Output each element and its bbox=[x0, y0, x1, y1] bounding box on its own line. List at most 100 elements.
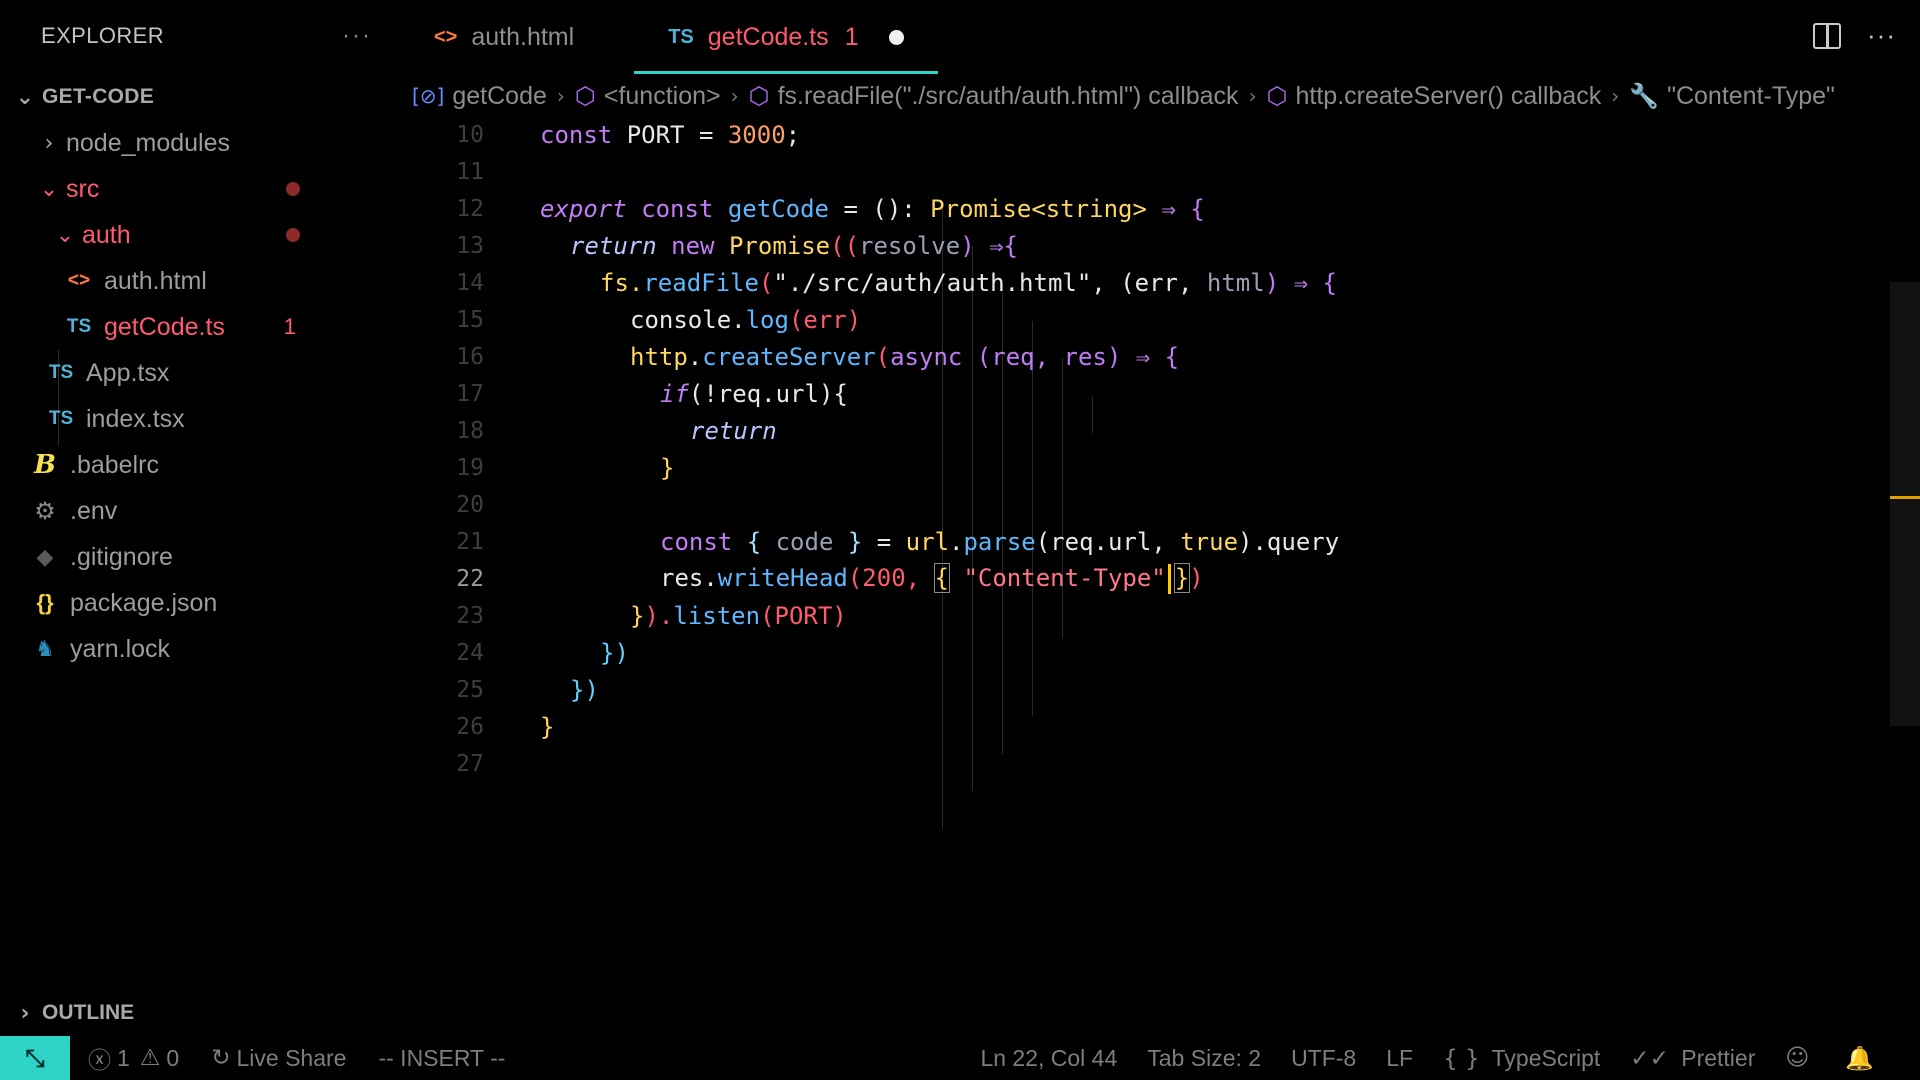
code-editor[interactable]: 10 const PORT = 3000; 11 12 export const… bbox=[400, 116, 1890, 1016]
tree-item-app-tsx[interactable]: TS App.tsx bbox=[0, 350, 400, 396]
tree-item-getcode-ts[interactable]: TS getCode.ts 1 bbox=[0, 304, 400, 350]
breadcrumb-label: <function> bbox=[603, 81, 721, 110]
file-encoding[interactable]: UTF-8 bbox=[1291, 1045, 1356, 1072]
code-token: ( bbox=[758, 268, 774, 297]
code-token: const bbox=[641, 194, 714, 223]
vim-mode-indicator: -- INSERT -- bbox=[378, 1044, 506, 1071]
line-number: 16 bbox=[456, 343, 484, 370]
tree-item-package-json[interactable]: {} package.json bbox=[0, 580, 400, 626]
editor-scrollbar[interactable] bbox=[1890, 282, 1920, 726]
editor-tabs: <> auth.html TS getCode.ts 1 ··· bbox=[400, 0, 1920, 74]
line-number: 24 bbox=[456, 639, 484, 666]
code-token: , (err, bbox=[1091, 268, 1207, 297]
breadcrumb-label: http.createServer() callback bbox=[1295, 81, 1602, 110]
line-number: 21 bbox=[456, 528, 484, 555]
tab-size[interactable]: Tab Size: 2 bbox=[1147, 1045, 1261, 1072]
code-token: ) ⇒ { bbox=[1264, 268, 1337, 297]
scrollbar-cursor-marker bbox=[1890, 496, 1920, 499]
breadcrumb-item[interactable]: [⊘] getCode bbox=[412, 82, 547, 111]
tree-item-auth[interactable]: ⌄ auth bbox=[0, 212, 400, 258]
unsaved-dot-icon[interactable] bbox=[888, 29, 904, 45]
tab-getcode-ts[interactable]: TS getCode.ts 1 bbox=[634, 0, 938, 74]
code-line: 11 bbox=[400, 153, 1890, 190]
language-mode[interactable]: { } TypeScript bbox=[1443, 1045, 1600, 1072]
line-number: 11 bbox=[456, 158, 484, 185]
tree-item-label: getCode.ts bbox=[104, 312, 225, 341]
tab-error-badge: 1 bbox=[844, 22, 859, 51]
project-name: GET-CODE bbox=[42, 85, 155, 108]
code-token: const bbox=[540, 120, 613, 149]
line-number: 25 bbox=[456, 676, 484, 703]
prettier-label: Prettier bbox=[1681, 1044, 1756, 1071]
cursor-position[interactable]: Ln 22, Col 44 bbox=[980, 1045, 1117, 1072]
code-token: (200, bbox=[847, 563, 935, 592]
breadcrumb-item[interactable]: ⬡ fs.readFile("./src/auth/auth.html") ca… bbox=[749, 82, 1239, 111]
problems-indicator[interactable]: ⓧ 1 ⚠ 0 bbox=[88, 1041, 179, 1075]
outline-section-header[interactable]: › OUTLINE bbox=[0, 990, 400, 1036]
code-line: 24 }) bbox=[400, 634, 1890, 671]
split-editor-icon[interactable] bbox=[1813, 22, 1842, 49]
feedback-icon[interactable]: ☺ bbox=[1785, 1045, 1809, 1071]
breadcrumb-item[interactable]: ⬡ <function> bbox=[575, 82, 721, 111]
more-actions-icon[interactable]: ··· bbox=[1867, 20, 1896, 51]
variable-icon: [⊘] bbox=[412, 84, 445, 108]
explorer-header: EXPLORER ··· bbox=[0, 0, 400, 72]
breadcrumb: [⊘] getCode › ⬡ <function> › ⬡ fs.readFi… bbox=[412, 76, 1920, 116]
tree-item-babelrc[interactable]: B .babelrc bbox=[0, 442, 400, 488]
breadcrumb-item[interactable]: 🔧 "Content-Type" bbox=[1629, 82, 1835, 111]
line-number: 13 bbox=[456, 232, 484, 259]
line-number: 22 bbox=[456, 565, 484, 592]
tree-item-index-tsx[interactable]: TS index.tsx bbox=[0, 396, 400, 442]
code-line: 17 if(!req.url){ bbox=[400, 375, 1890, 412]
html-file-icon: <> bbox=[67, 270, 91, 291]
code-token: Promise<string> bbox=[930, 194, 1147, 223]
live-share-icon: ↻ bbox=[211, 1045, 231, 1071]
babel-icon: B bbox=[34, 450, 56, 480]
code-token: . bbox=[687, 342, 703, 371]
tree-item-yarn-lock[interactable]: ♞ yarn.lock bbox=[0, 626, 400, 672]
code-token: } bbox=[630, 601, 645, 630]
tree-item-src[interactable]: ⌄ src bbox=[0, 166, 400, 212]
code-token: = (): bbox=[829, 194, 931, 223]
code-line: 25 }) bbox=[400, 671, 1890, 708]
code-token: fs. bbox=[600, 268, 644, 297]
prettier-status[interactable]: ✓✓ Prettier bbox=[1630, 1045, 1755, 1072]
project-folder-header[interactable]: ⌄ GET-CODE bbox=[0, 74, 400, 120]
code-token: res. bbox=[660, 563, 718, 592]
editor-actions: ··· bbox=[1813, 20, 1896, 51]
tree-item-label: index.tsx bbox=[86, 404, 185, 433]
explorer-more-icon[interactable]: ··· bbox=[342, 22, 372, 50]
error-count-badge: 1 bbox=[283, 314, 296, 339]
git-icon: ◆ bbox=[36, 544, 54, 570]
chevron-down-icon: ⌄ bbox=[15, 84, 35, 110]
chevron-right-icon: › bbox=[20, 1000, 30, 1026]
code-line: 19 } bbox=[400, 449, 1890, 486]
breadcrumb-item[interactable]: ⬡ http.createServer() callback bbox=[1267, 82, 1602, 111]
code-token: export bbox=[540, 194, 627, 223]
line-number: 23 bbox=[456, 602, 484, 629]
code-token: async bbox=[890, 342, 963, 371]
tree-item-label: App.tsx bbox=[86, 358, 170, 387]
code-line: 23 }).listen(PORT) bbox=[400, 597, 1890, 634]
tree-item-env[interactable]: ⚙ .env bbox=[0, 488, 400, 534]
function-cube-icon: ⬡ bbox=[1266, 82, 1288, 110]
tree-item-label: .env bbox=[70, 496, 118, 525]
remote-indicator-button[interactable]: ⤡ bbox=[0, 1036, 70, 1080]
code-token: "./src/auth/auth.html" bbox=[773, 268, 1092, 297]
tree-item-auth-html[interactable]: <> auth.html bbox=[0, 258, 400, 304]
bell-icon[interactable]: 🔔 bbox=[1845, 1045, 1874, 1072]
tree-item-node-modules[interactable]: › node_modules bbox=[0, 120, 400, 166]
code-token: console. bbox=[630, 305, 746, 334]
typescript-file-icon: TS bbox=[66, 316, 92, 337]
code-line: 13 return new Promise((resolve) ⇒{ bbox=[400, 227, 1890, 264]
end-of-line[interactable]: LF bbox=[1386, 1045, 1413, 1072]
tree-item-gitignore[interactable]: ◆ .gitignore bbox=[0, 534, 400, 580]
tab-auth-html[interactable]: <> auth.html bbox=[400, 0, 608, 74]
code-token: html bbox=[1206, 268, 1265, 297]
warning-triangle-icon: ⚠ bbox=[139, 1045, 161, 1071]
code-token: return bbox=[570, 231, 657, 260]
code-token: { bbox=[746, 527, 762, 556]
status-bar: ⤡ ⓧ 1 ⚠ 0 ↻ Live Share -- INSERT -- Ln 2… bbox=[0, 1036, 1920, 1080]
status-bar-right: Ln 22, Col 44 Tab Size: 2 UTF-8 LF { } T… bbox=[980, 1045, 1880, 1072]
live-share-button[interactable]: ↻ Live Share bbox=[211, 1045, 346, 1072]
